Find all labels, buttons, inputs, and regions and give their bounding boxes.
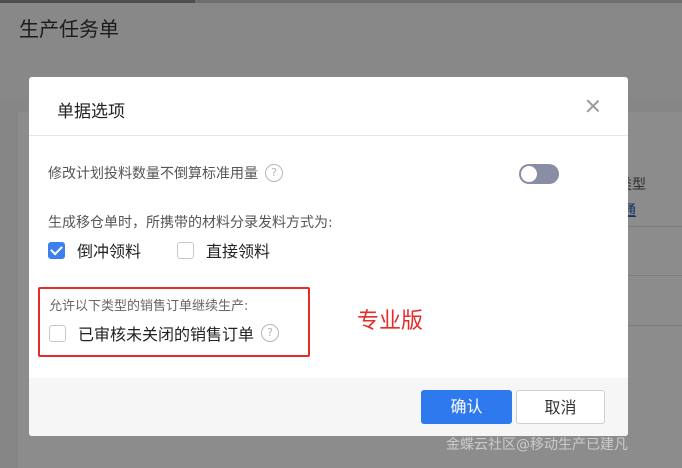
edition-annotation: 专业版 xyxy=(357,309,424,334)
document-options-dialog: 单据选项 修改计划投料数量不倒算标准用量 ? 生成移仓单时，所携带的材料分录发料… xyxy=(29,77,628,436)
approved-sales-order-label: 已审核未关闭的销售订单 xyxy=(78,325,255,344)
backflush-checkbox[interactable] xyxy=(48,241,65,259)
dialog-title: 单据选项 xyxy=(57,102,125,122)
confirm-button[interactable]: 确认 xyxy=(421,390,512,424)
backflush-label: 倒冲领料 xyxy=(77,242,142,261)
direct-issue-checkbox[interactable] xyxy=(177,241,195,259)
option-no-backcalc: 修改计划投料数量不倒算标准用量 ? xyxy=(48,163,283,183)
dialog-header: 单据选项 xyxy=(29,77,628,136)
help-icon[interactable]: ? xyxy=(265,164,283,182)
dialog-footer: 确认 取消 xyxy=(29,378,628,436)
direct-issue-label: 直接领料 xyxy=(206,242,271,261)
help-icon[interactable]: ? xyxy=(261,324,280,342)
watermark: 金蝶云社区@移动生产已建凡 xyxy=(446,437,628,453)
approved-sales-order-checkbox[interactable] xyxy=(49,324,66,342)
option-backflush[interactable]: 倒冲领料 xyxy=(48,238,141,262)
issue-method-label: 生成移仓单时，所携带的材料分录发料方式为: xyxy=(48,215,333,231)
option-direct-issue[interactable]: 直接领料 xyxy=(177,238,270,262)
sales-order-type-label: 允许以下类型的销售订单继续生产: xyxy=(49,299,249,314)
cancel-button[interactable]: 取消 xyxy=(516,390,605,424)
toggle-knob xyxy=(521,166,537,182)
option-approved-sales-orders[interactable]: 已审核未关闭的销售订单 ? xyxy=(49,321,280,345)
option-no-backcalc-label: 修改计划投料数量不倒算标准用量 xyxy=(48,166,258,182)
close-icon[interactable] xyxy=(584,97,602,115)
no-backcalc-toggle[interactable] xyxy=(519,164,559,184)
issue-method-options: 倒冲领料 直接领料 xyxy=(48,238,306,262)
